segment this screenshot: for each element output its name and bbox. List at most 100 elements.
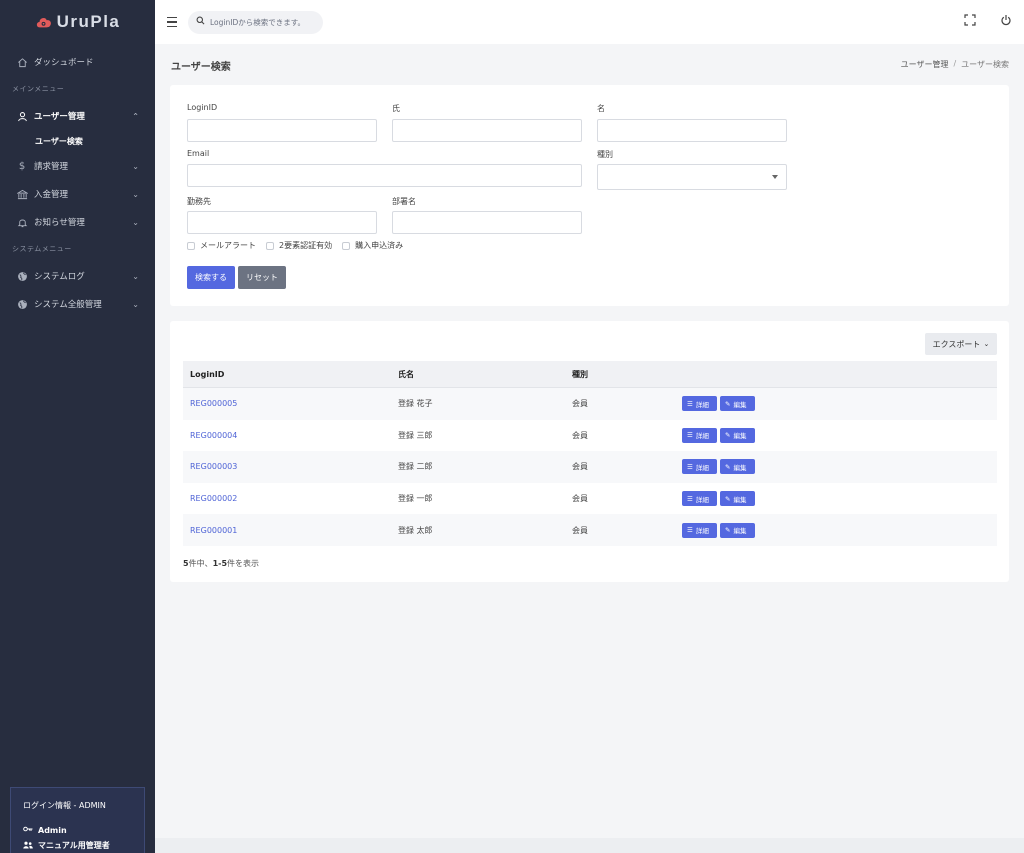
table-body: REG000005 登録 花子 会員 ☰ 詳細 ✎ 編集 REG000004 登録 … (183, 388, 997, 546)
detail-button[interactable]: ☰ 詳細 (682, 427, 717, 443)
edit-button[interactable]: ✎ 編集 (720, 459, 755, 475)
lastname-input[interactable] (392, 119, 582, 142)
type-cell: 会員 (572, 399, 588, 409)
detail-button[interactable]: ☰ 詳細 (682, 522, 717, 538)
edit-button[interactable]: ✎ 編集 (720, 522, 755, 538)
purchase-applied-checkbox[interactable]: 購入申込済み (342, 240, 403, 251)
login-info-title: ログイン情報 - ADMIN (23, 801, 106, 810)
login-user-row: Admin (23, 825, 132, 835)
home-icon (16, 56, 28, 68)
sidebar-item-label: 入金管理 (34, 190, 69, 200)
count-mid: 件中、 (188, 559, 213, 568)
search-form-card: LoginID 氏 名 Email 種別 勤務先 部署名 メールアラート 2要素… (170, 85, 1009, 306)
checkbox-box[interactable] (342, 241, 351, 250)
table-row: REG000001 登録 太郎 会員 ☰ 詳細 ✎ 編集 (183, 514, 997, 546)
bank-icon (16, 188, 28, 200)
sidebar-item-payment[interactable]: 入金管理 ⌄ (0, 180, 155, 208)
two-factor-checkbox[interactable]: 2要素認証有効 (266, 240, 332, 251)
edit-label: 編集 (733, 495, 747, 504)
detail-button[interactable]: ☰ 詳細 (682, 396, 717, 412)
menu-toggle-icon[interactable] (167, 17, 177, 27)
sidebar-item-label: 請求管理 (34, 162, 69, 172)
results-table: LoginID 氏名 種別 REG000005 登録 花子 会員 ☰ 詳細 ✎ 編集… (183, 361, 997, 546)
breadcrumb-current: ユーザー検索 (961, 60, 1009, 69)
edit-button[interactable]: ✎ 編集 (720, 491, 755, 507)
name-cell: 登録 二郎 (398, 462, 433, 472)
pencil-icon: ✎ (725, 399, 731, 408)
department-input[interactable] (392, 211, 582, 234)
column-header-name[interactable]: 氏名 (398, 369, 572, 380)
search-input[interactable] (210, 17, 320, 27)
edit-label: 編集 (733, 463, 747, 472)
detail-button[interactable]: ☰ 詳細 (682, 459, 717, 475)
dollar-icon: $ (18, 160, 26, 172)
list-icon: ☰ (687, 399, 693, 408)
users-icon (23, 841, 33, 851)
chevron-down-icon: ⌄ (132, 299, 139, 309)
loginid-link[interactable]: REG000001 (190, 526, 237, 535)
search-button[interactable]: 検索する (187, 266, 235, 289)
reset-button[interactable]: リセット (238, 266, 286, 289)
export-label: エクスポート (932, 339, 981, 349)
export-button[interactable]: エクスポート ⌄ (925, 333, 997, 355)
loginid-link[interactable]: REG000002 (190, 494, 237, 503)
loginid-link[interactable]: REG000003 (190, 462, 237, 471)
detail-button[interactable]: ☰ 詳細 (682, 491, 717, 507)
detail-label: 詳細 (695, 495, 709, 504)
list-icon: ☰ (687, 526, 693, 535)
count-suffix: 件を表示 (227, 559, 260, 568)
login-info-box: ログイン情報 - ADMIN Admin マニュアル用管理者 (10, 787, 145, 853)
caret-down-icon (772, 175, 778, 179)
sidebar-item-user-management[interactable]: ユーザー管理 ⌃ (0, 102, 155, 130)
loginid-link[interactable]: REG000004 (190, 431, 237, 440)
sidebar-item-billing[interactable]: $ 請求管理 ⌄ (0, 152, 155, 180)
type-cell: 会員 (572, 430, 588, 440)
pencil-icon: ✎ (725, 494, 731, 503)
sidebar-item-dashboard[interactable]: ダッシュボード (0, 48, 155, 76)
firstname-input[interactable] (597, 119, 787, 142)
brand-logo[interactable]: UruPla (0, 0, 155, 44)
sidebar-item-label: お知らせ管理 (34, 218, 85, 228)
loginid-link[interactable]: REG000005 (190, 399, 237, 408)
edit-button[interactable]: ✎ 編集 (720, 396, 755, 412)
checkbox-label: 2要素認証有効 (279, 241, 333, 250)
type-select[interactable] (597, 164, 787, 190)
search-box[interactable] (188, 10, 323, 34)
page-footer (155, 838, 1024, 853)
table-row: REG000004 登録 三郎 会員 ☰ 詳細 ✎ 編集 (183, 420, 997, 452)
mail-alert-checkbox[interactable]: メールアラート (187, 240, 256, 251)
sidebar-item-label: ユーザー管理 (34, 112, 85, 122)
section-main-menu: メインメニュー (12, 85, 65, 93)
column-header-type[interactable]: 種別 (572, 369, 682, 380)
table-row: REG000002 登録 一郎 会員 ☰ 詳細 ✎ 編集 (183, 483, 997, 515)
sidebar-subitem-user-search[interactable]: ユーザー検索 (0, 130, 155, 152)
globe-icon (16, 298, 28, 310)
sidebar-item-notice[interactable]: お知らせ管理 ⌄ (0, 208, 155, 236)
fullscreen-icon[interactable] (964, 14, 976, 29)
sidebar-item-system-management[interactable]: システム全般管理 ⌄ (0, 290, 155, 318)
sidebar-item-label: ダッシュボード (34, 58, 94, 68)
chevron-down-icon: ⌄ (132, 217, 139, 227)
checkbox-box[interactable] (266, 241, 274, 250)
column-header-loginid[interactable]: LoginID (183, 370, 398, 379)
sidebar-item-system-log[interactable]: システムログ ⌄ (0, 262, 155, 290)
topbar-actions (964, 14, 1012, 29)
checkbox-group: メールアラート 2要素認証有効 購入申込済み (187, 240, 403, 251)
checkbox-label: 購入申込済み (355, 241, 404, 250)
loginid-input[interactable] (187, 119, 377, 142)
name-cell: 登録 花子 (398, 399, 433, 409)
type-cell: 会員 (572, 462, 588, 472)
edit-button[interactable]: ✎ 編集 (720, 427, 755, 443)
power-icon[interactable] (1000, 14, 1012, 29)
company-input[interactable] (187, 211, 377, 234)
edit-label: 編集 (733, 400, 747, 409)
breadcrumb-parent[interactable]: ユーザー管理 (901, 59, 949, 70)
email-input[interactable] (187, 164, 582, 187)
checkbox-box[interactable] (187, 241, 195, 250)
lastname-label: 氏 (392, 104, 400, 113)
department-label: 部署名 (392, 197, 416, 206)
globe-icon (16, 270, 28, 282)
table-row: REG000005 登録 花子 会員 ☰ 詳細 ✎ 編集 (183, 388, 997, 420)
sidebar-item-label: システム全般管理 (34, 300, 102, 310)
brand-name: UruPla (56, 12, 121, 31)
